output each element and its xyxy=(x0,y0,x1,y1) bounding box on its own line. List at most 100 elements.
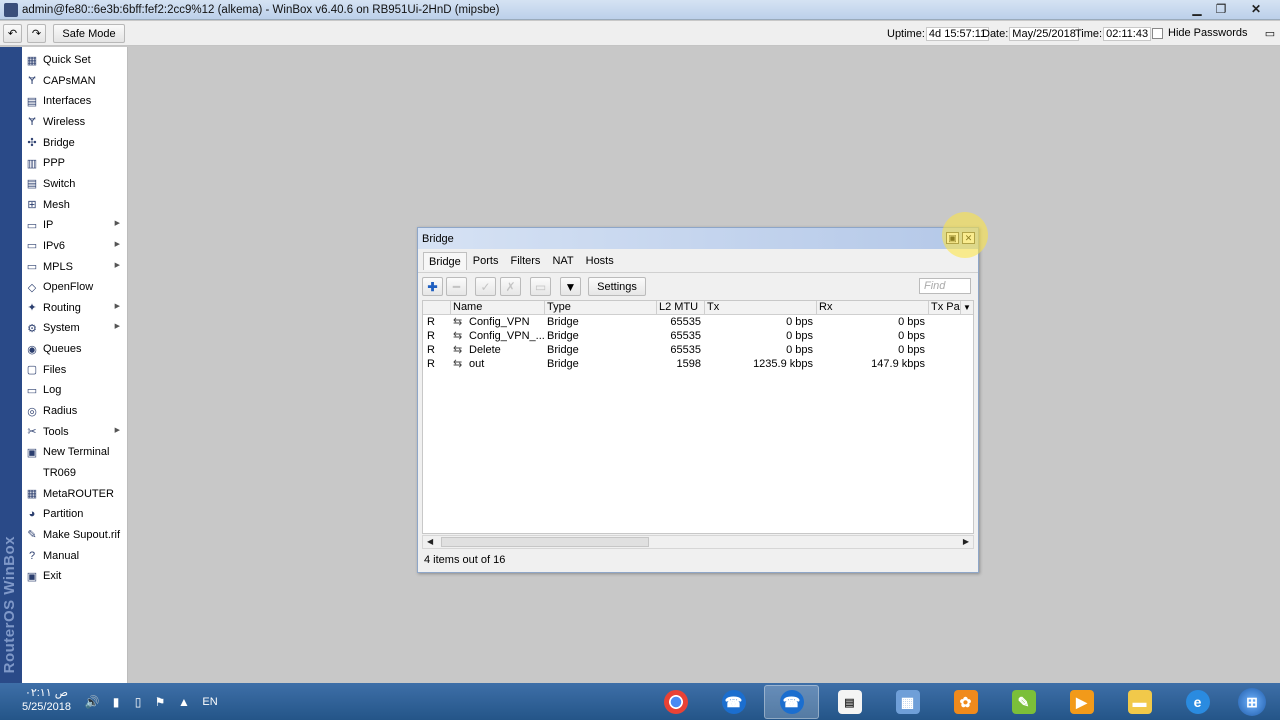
sidebar-item-make-supout-rif[interactable]: ✎ Make Supout.rif xyxy=(22,525,128,545)
uptime-label: Uptime: xyxy=(887,28,925,40)
sidebar-item-radius[interactable]: ◎ Radius xyxy=(22,401,128,421)
sidebar-item-new-terminal[interactable]: ▣ New Terminal xyxy=(22,442,128,462)
language-indicator[interactable]: EN xyxy=(198,694,222,710)
sidebar-item-tr069[interactable]: TR069 xyxy=(22,463,128,483)
pen-tool-taskbar-app[interactable]: ✎ xyxy=(996,685,1051,719)
table-row[interactable]: ⇆ R Config_VPN Bridge 65535 0 bps 0 bps xyxy=(423,316,973,330)
uptime-value: 4d 15:57:11 xyxy=(925,27,990,41)
sidebar-item-ip[interactable]: ▭ IP ▶ xyxy=(22,215,128,235)
columns-dropdown-icon[interactable]: ▼ xyxy=(961,301,973,315)
scroll-thumb[interactable] xyxy=(441,537,649,547)
txpac-column-header[interactable]: Tx Pac xyxy=(929,301,961,315)
enable-button[interactable]: ✓ xyxy=(475,277,496,296)
clock-time: ۰۲:۱۱ ص xyxy=(24,687,68,699)
sidebar-item-system[interactable]: ⚙ System ▶ xyxy=(22,318,128,338)
tx-column-header[interactable]: Tx xyxy=(705,301,817,315)
flag-icon[interactable]: ⚑ xyxy=(152,694,168,710)
network-icon[interactable]: ▮ xyxy=(108,694,124,710)
sidebar-item-ppp[interactable]: ▥ PPP xyxy=(22,153,128,173)
sidebar-item-label: IPv6 xyxy=(43,239,66,252)
sidebar-item-label: Radius xyxy=(43,405,78,418)
disable-button[interactable]: ✗ xyxy=(500,277,521,296)
submenu-arrow-icon: ▶ xyxy=(114,240,120,248)
comment-button[interactable]: ▭ xyxy=(530,277,551,296)
winbox-active-taskbar-app[interactable]: ☎ xyxy=(764,685,819,719)
settings-button[interactable]: Settings xyxy=(588,277,646,296)
date-status: Date: May/25/2018 xyxy=(982,27,1079,41)
sidebar-item-interfaces[interactable]: ▤ Interfaces xyxy=(22,91,128,111)
sidebar-item-label: New Terminal xyxy=(43,446,110,459)
sidebar-item-metarouter[interactable]: ▦ MetaROUTER xyxy=(22,484,128,504)
sidebar-item-ipv6[interactable]: ▭ IPv6 ▶ xyxy=(22,236,128,256)
interfaces-icon: ▤ xyxy=(26,95,38,108)
internet-explorer-icon: e xyxy=(1185,690,1210,714)
flag-cell: R xyxy=(427,330,435,342)
table-row[interactable]: ⇆ R Config_VPN_... Bridge 65535 0 bps 0 bps xyxy=(423,330,973,344)
sidebar-item-tools[interactable]: ✂ Tools ▶ xyxy=(22,422,128,442)
bridge-window-titlebar[interactable]: Bridge ▣ ✕ xyxy=(418,228,978,249)
safe-mode-button[interactable]: Safe Mode xyxy=(53,24,125,43)
add-button[interactable]: ✚ xyxy=(422,277,443,296)
redo-button[interactable]: ↷ xyxy=(27,24,46,43)
sidebar-item-wireless[interactable]: Ɏ Wireless xyxy=(22,112,128,132)
media-player-taskbar-app[interactable]: ▶ xyxy=(1054,685,1109,719)
scroll-right-icon[interactable]: ▶ xyxy=(963,536,969,548)
sidebar-item-openflow[interactable]: ◇ OpenFlow xyxy=(22,277,128,297)
find-input[interactable]: Find xyxy=(919,278,971,294)
type-column-header[interactable]: Type xyxy=(545,301,657,315)
sidebar-item-mpls[interactable]: ▭ MPLS ▶ xyxy=(22,257,128,277)
minimize-button[interactable]: ▁ xyxy=(1186,0,1208,18)
sidebar-item-log[interactable]: ▭ Log xyxy=(22,380,128,400)
flag-column-header[interactable] xyxy=(423,301,451,315)
show-hidden-icons[interactable]: ▲ xyxy=(176,694,192,710)
undo-button[interactable]: ↶ xyxy=(3,24,22,43)
sidebar-item-manual[interactable]: ? Manual xyxy=(22,546,128,566)
sidebar-item-partition[interactable]: ◕ Partition xyxy=(22,504,128,524)
pinnacle-taskbar-app[interactable]: ✿ xyxy=(938,685,993,719)
hide-passwords-checkbox[interactable] xyxy=(1152,27,1163,39)
sidebar-item-bridge[interactable]: ✣ Bridge xyxy=(22,133,128,153)
plus-icon: ✚ xyxy=(427,279,438,294)
horizontal-scrollbar[interactable]: ◀ ▶ xyxy=(422,535,974,549)
tab-ports[interactable]: Ports xyxy=(467,252,505,270)
sidebar-item-capsman[interactable]: Ɏ CAPsMAN xyxy=(22,71,128,91)
table-row[interactable]: ⇆ Rout Bridge 1598 1235.9 kbps 147.9 kbps xyxy=(423,358,973,372)
capsman-icon: Ɏ xyxy=(28,74,36,87)
tab-filters[interactable]: Filters xyxy=(504,252,546,270)
l2mtu-column-header[interactable]: L2 MTU xyxy=(657,301,705,315)
sidebar-item-quick-set[interactable]: ▦ Quick Set xyxy=(22,50,128,70)
start-button[interactable]: ⊞ xyxy=(1226,685,1278,719)
tab-nat[interactable]: NAT xyxy=(546,252,579,270)
sidebar-item-exit[interactable]: ▣ Exit xyxy=(22,566,128,586)
sidebar-item-label: Files xyxy=(43,363,67,376)
chrome-taskbar-app[interactable] xyxy=(648,685,703,719)
close-button[interactable]: ✕ xyxy=(1234,0,1278,18)
hide-passwords-toggle[interactable]: Hide Passwords xyxy=(1152,27,1247,39)
sidebar-item-routing[interactable]: ✦ Routing ▶ xyxy=(22,298,128,318)
tab-bridge[interactable]: Bridge xyxy=(423,252,467,270)
network-tool-taskbar-app[interactable]: ▦ xyxy=(880,685,935,719)
sidebar-item-mesh[interactable]: ⊞ Mesh xyxy=(22,195,128,215)
remove-button[interactable]: ━ xyxy=(446,277,467,296)
maximize-button[interactable]: ❐ xyxy=(1210,0,1232,18)
tab-hosts[interactable]: Hosts xyxy=(580,252,620,270)
rx-column-header[interactable]: Rx xyxy=(817,301,929,315)
internet-explorer-taskbar-app[interactable]: e xyxy=(1170,685,1225,719)
clock[interactable]: ۰۲:۱۱ ص 5/25/2018 xyxy=(22,686,71,714)
sidebar-item-label: Partition xyxy=(43,508,84,521)
notepad-taskbar-app[interactable]: ▤ xyxy=(822,685,877,719)
scroll-left-icon[interactable]: ◀ xyxy=(427,536,433,548)
sidebar-item-queues[interactable]: ◉ Queues xyxy=(22,339,128,359)
winbox-taskbar-app[interactable]: ☎ xyxy=(706,685,761,719)
sidebar-item-switch[interactable]: ▤ Switch xyxy=(22,174,128,194)
time-label: Time: xyxy=(1075,28,1103,40)
filter-button[interactable]: ▼ xyxy=(560,277,581,296)
table-row[interactable]: ⇆ R Delete Bridge 65535 0 bps 0 bps xyxy=(423,344,973,358)
mesh-icon: ⊞ xyxy=(27,199,37,212)
volume-icon[interactable]: 🔊 xyxy=(84,694,100,710)
battery-icon[interactable]: ▯ xyxy=(130,694,146,710)
name-column-header[interactable]: Name xyxy=(451,301,545,315)
sidebar-item-files[interactable]: ▢ Files xyxy=(22,360,128,380)
file-explorer-taskbar-app[interactable]: ▬ xyxy=(1112,685,1167,719)
window-title: admin@fe80::6e3b:6bff:fef2:2cc9%12 (alke… xyxy=(22,3,500,16)
